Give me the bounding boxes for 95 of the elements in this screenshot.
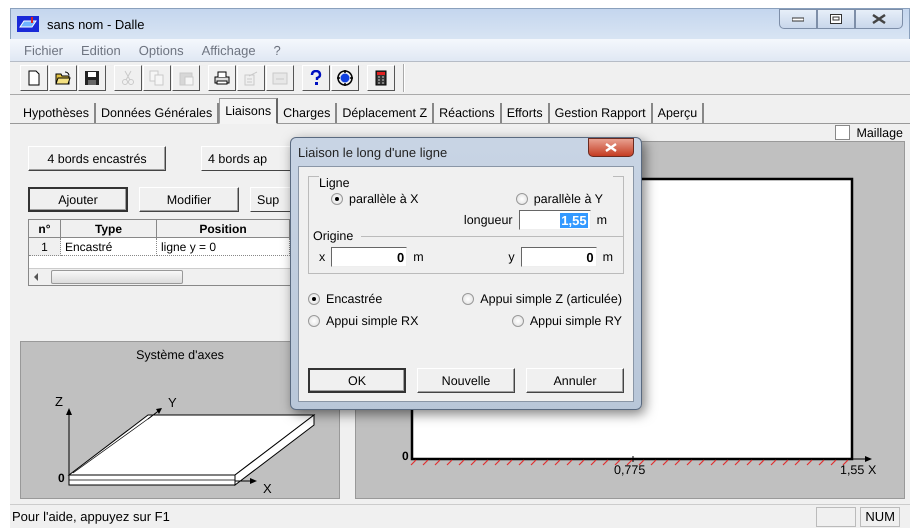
radio-button[interactable] — [462, 293, 474, 305]
tick-label: 1,55 — [840, 463, 864, 477]
dialog-button[interactable]: Nouvelle — [417, 368, 515, 393]
document-icon — [243, 70, 259, 86]
toolbar-button[interactable] — [302, 65, 330, 91]
radio-label: parallèle à Y — [534, 192, 603, 206]
calculator-icon — [373, 70, 389, 86]
unit-label: m — [596, 213, 607, 227]
group-label: Origine — [313, 229, 354, 243]
toolbar-button[interactable] — [20, 65, 48, 91]
radio-button[interactable] — [331, 193, 343, 205]
checkbox[interactable] — [835, 125, 850, 140]
delete-button[interactable]: Sup — [250, 187, 290, 212]
status-panel — [816, 506, 856, 526]
radio-label: Encastrée — [326, 292, 382, 306]
radio-button[interactable] — [308, 315, 320, 327]
unit-label: m — [413, 250, 424, 264]
tab[interactable]: Gestion Rapport — [550, 103, 653, 123]
tab[interactable]: Aperçu — [652, 103, 704, 123]
copy-icon — [149, 70, 165, 86]
help-icon — [308, 70, 324, 86]
column-header: n° — [29, 220, 61, 238]
radio-label: parallèle à X — [349, 192, 418, 206]
blank-page-icon — [26, 70, 42, 86]
x-axis — [852, 456, 872, 462]
tick-label: 0,775 — [614, 463, 646, 477]
window-title: sans nom - Dalle — [47, 16, 145, 32]
column-header: Type — [61, 220, 157, 238]
input-field[interactable]: 0 — [331, 247, 408, 267]
tab[interactable]: Réactions — [434, 103, 502, 123]
menu-item[interactable]: Options — [138, 42, 184, 58]
printer-icon — [214, 70, 230, 86]
radio-label: Appui simple Z (articulée) — [480, 292, 622, 306]
radio-label: Appui simple RX — [326, 314, 418, 328]
radio-button[interactable] — [516, 193, 528, 205]
tab[interactable]: Charges — [278, 103, 338, 123]
minimize-button[interactable] — [779, 9, 817, 29]
table-cell: Encastré — [61, 238, 157, 256]
menu-item[interactable]: Edition — [81, 42, 121, 58]
preset-button[interactable]: 4 bords encastrés — [28, 146, 166, 171]
group-label: Ligne — [319, 176, 613, 190]
minimize-icon — [792, 16, 804, 22]
radio-label: Appui simple RY — [530, 314, 622, 328]
tray-icon — [272, 70, 288, 86]
scissors-icon — [120, 70, 136, 86]
dialog-button[interactable]: OK — [308, 368, 406, 393]
folder-icon — [55, 70, 71, 86]
toolbar-button[interactable] — [208, 65, 236, 91]
toolbar-button[interactable] — [331, 65, 359, 91]
close-icon — [872, 14, 886, 24]
tab[interactable]: Hypothèses — [18, 103, 96, 123]
radio-button[interactable] — [512, 315, 524, 327]
toolbar-button[interactable] — [49, 65, 77, 91]
toolbar-button[interactable] — [367, 65, 395, 91]
panel-title: Système d'axes — [136, 348, 224, 362]
preset-button[interactable]: 4 bords ap — [201, 146, 290, 171]
clipboard-icon — [178, 70, 194, 86]
edit-button[interactable]: Modifier — [139, 187, 239, 212]
tick-mark — [632, 456, 634, 462]
radio-button[interactable] — [308, 293, 320, 305]
add-button[interactable]: Ajouter — [28, 187, 128, 212]
close-button[interactable] — [588, 138, 634, 157]
menu-item[interactable]: ? — [274, 42, 281, 58]
tab[interactable]: Liaisons — [219, 98, 278, 124]
maximize-button[interactable] — [817, 9, 855, 29]
toolbar-button[interactable] — [78, 65, 106, 91]
unit-label: m — [602, 250, 613, 264]
close-icon — [605, 143, 617, 152]
origin-label: 0 — [402, 449, 409, 463]
column-header: Position — [157, 220, 290, 238]
status-text: Pour l'aide, appuyez sur F1 — [12, 509, 170, 524]
origin-label: 0 — [58, 471, 65, 485]
field-label: x — [319, 250, 326, 264]
dialog-button[interactable]: Annuler — [526, 368, 624, 393]
dialog-title: Liaison le long d'une ligne — [298, 144, 448, 160]
menu-item[interactable]: Affichage — [202, 42, 256, 58]
table-cell: 1 — [29, 238, 61, 256]
axis-label: Z — [55, 394, 63, 409]
menu-item[interactable]: Fichier — [24, 42, 64, 58]
input-field[interactable]: 0 — [520, 247, 597, 267]
floppy-icon — [84, 70, 100, 86]
maximize-icon — [830, 14, 842, 24]
close-button[interactable] — [855, 9, 903, 29]
checkbox-label: Maillage — [856, 126, 903, 140]
status-indicator: NUM — [860, 506, 900, 526]
tab[interactable]: Déplacement Z — [337, 103, 434, 123]
field-label: y — [508, 250, 515, 264]
app-icon — [17, 16, 39, 32]
axis-label: X — [868, 463, 876, 477]
axis-label: X — [263, 481, 272, 496]
field-label: longueur — [464, 213, 513, 227]
scrollbar[interactable] — [29, 268, 290, 285]
scroll-left-icon — [33, 273, 39, 281]
tab[interactable]: Efforts — [502, 103, 550, 123]
axis-label: Y — [168, 395, 177, 410]
